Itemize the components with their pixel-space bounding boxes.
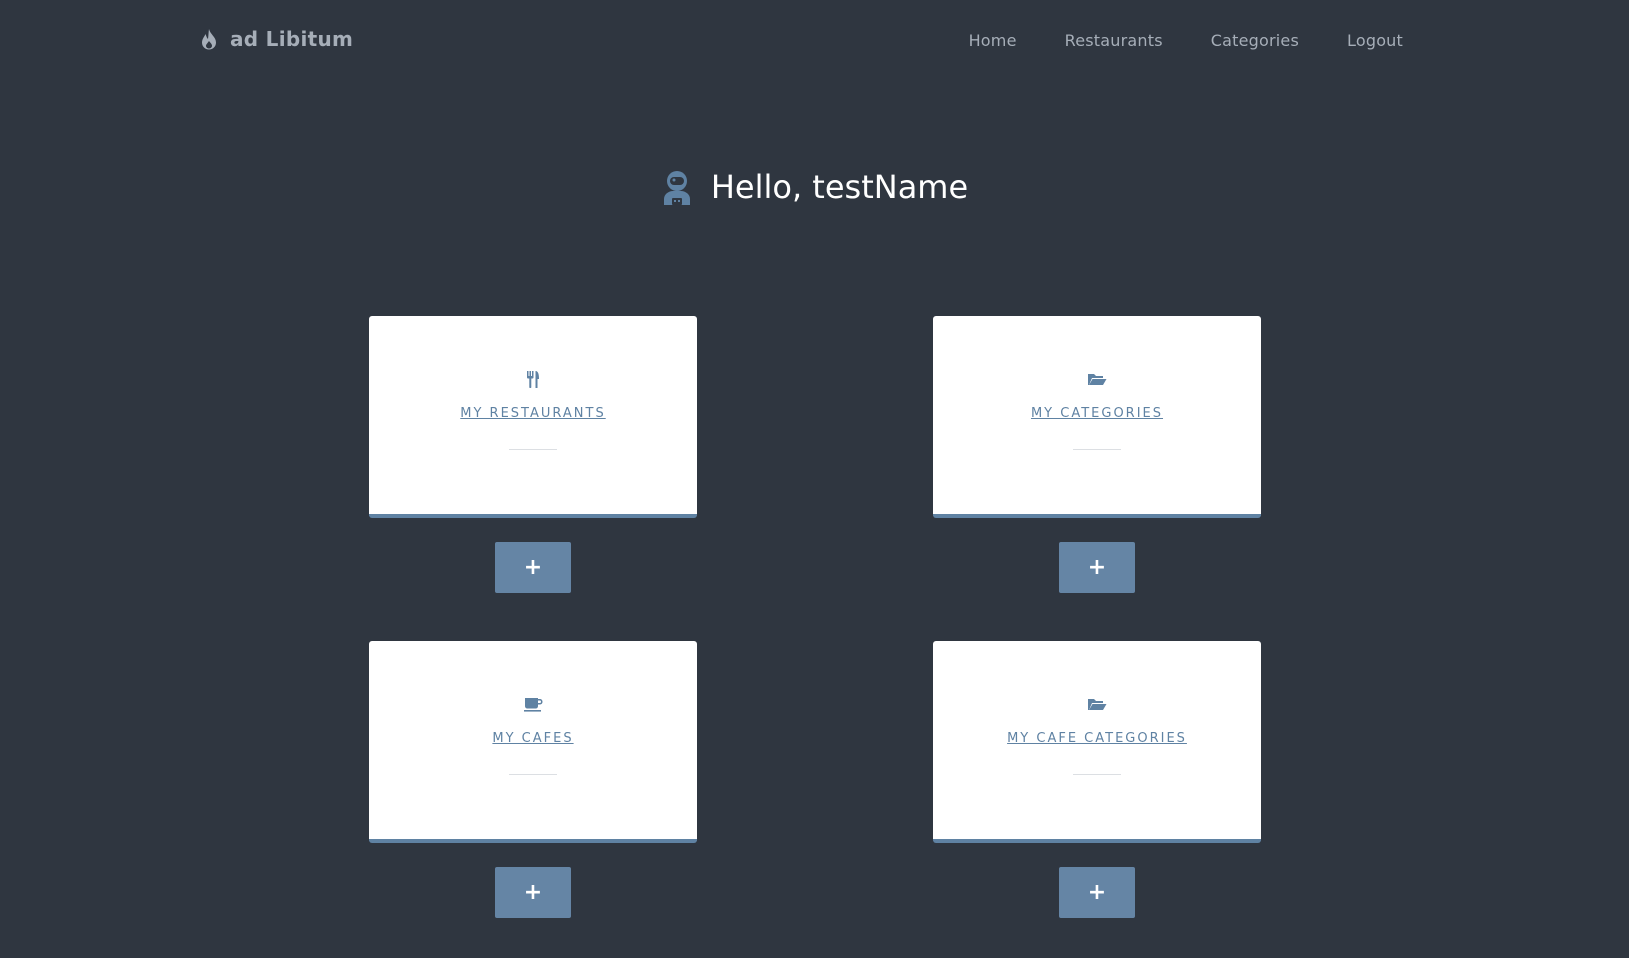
card-cafe-categories: MY CAFE CATEGORIES + xyxy=(933,641,1261,918)
nav-link-categories[interactable]: Categories xyxy=(1211,31,1299,50)
nav-link-home[interactable]: Home xyxy=(969,31,1017,50)
flame-icon xyxy=(202,29,216,50)
coffee-icon xyxy=(524,698,543,712)
nav-menu: Home Restaurants Categories Logout xyxy=(921,31,1403,50)
my-cafes-link[interactable]: MY CAFES xyxy=(492,731,573,746)
divider xyxy=(509,449,557,450)
card-cafes: MY CAFES + xyxy=(369,641,697,918)
utensils-icon xyxy=(527,371,539,388)
add-cafe-category-button[interactable]: + xyxy=(1059,867,1135,918)
divider xyxy=(509,774,557,775)
folder-open-icon xyxy=(1088,699,1107,710)
nav-link-logout[interactable]: Logout xyxy=(1347,31,1403,50)
divider xyxy=(1073,449,1121,450)
folder-open-icon xyxy=(1088,374,1107,385)
my-categories-link[interactable]: MY CATEGORIES xyxy=(1031,406,1163,421)
greeting: Hello, testName xyxy=(0,168,1629,206)
user-astronaut-icon xyxy=(663,171,690,205)
add-cafe-button[interactable]: + xyxy=(495,867,571,918)
card-body: MY CAFE CATEGORIES xyxy=(933,641,1261,843)
card-restaurants: MY RESTAURANTS + xyxy=(369,316,697,593)
navbar: ad Libitum Home Restaurants Categories L… xyxy=(0,0,1629,84)
brand-name: ad Libitum xyxy=(230,27,354,51)
divider xyxy=(1073,774,1121,775)
my-cafe-categories-link[interactable]: MY CAFE CATEGORIES xyxy=(1007,731,1187,746)
card-body: MY CAFES xyxy=(369,641,697,843)
card-body: MY CATEGORIES xyxy=(933,316,1261,518)
add-restaurant-button[interactable]: + xyxy=(495,542,571,593)
page-title: Hello, testName xyxy=(710,168,969,206)
card-categories: MY CATEGORIES + xyxy=(933,316,1261,593)
brand-link[interactable]: ad Libitum xyxy=(200,27,353,51)
nav-link-restaurants[interactable]: Restaurants xyxy=(1065,31,1163,50)
card-body: MY RESTAURANTS xyxy=(369,316,697,518)
add-category-button[interactable]: + xyxy=(1059,542,1135,593)
my-restaurants-link[interactable]: MY RESTAURANTS xyxy=(460,406,605,421)
